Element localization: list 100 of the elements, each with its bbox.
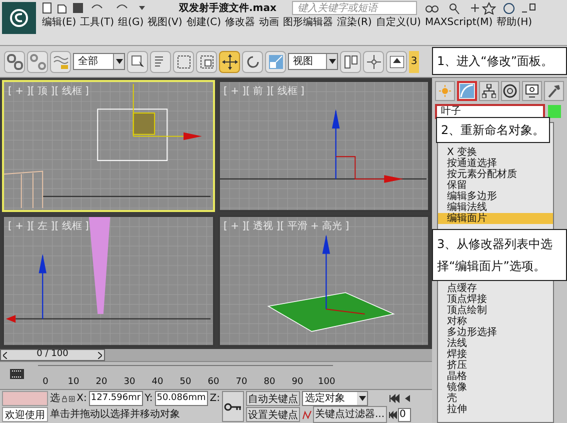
go-to-start-icon[interactable] [388, 410, 397, 420]
link-tool[interactable] [4, 50, 25, 72]
tick-label: 90 [290, 377, 304, 387]
window-title: 双发射手渡文件.max [179, 1, 276, 16]
key-button[interactable] [222, 391, 244, 422]
menu-item[interactable]: MAXScript(M) [424, 16, 493, 30]
y-coordinate-field[interactable]: 50.086mm [154, 390, 208, 406]
upload-tool[interactable] [386, 50, 407, 72]
object-wireframe [4, 170, 44, 209]
tick-label: 20 [94, 377, 108, 387]
modifier-item[interactable]: 顶点焊接 [438, 294, 553, 305]
modifier-item[interactable]: 拉伸 [438, 404, 553, 415]
z-label: Z: [210, 392, 220, 406]
modifier-item[interactable]: X 变换 [438, 147, 553, 158]
lock-icon[interactable] [62, 394, 68, 404]
menu-item[interactable]: 工具(T) [80, 16, 114, 30]
frame-indicator[interactable]: 0 / 100 [0, 349, 105, 361]
x-coordinate-field[interactable]: 127.596mr [88, 390, 143, 406]
modifier-item[interactable]: 按元素分配材质 [438, 169, 553, 180]
modifier-item[interactable]: 点缓存 [438, 283, 553, 294]
sun-icon [438, 85, 451, 97]
crosshair-icon[interactable] [69, 394, 75, 404]
current-frame-field[interactable]: 0 [398, 408, 411, 422]
menu-item[interactable]: 图形编辑器 [283, 16, 334, 30]
time-slider-track[interactable]: 0 / 100 [0, 349, 432, 362]
dropdown-arrow-icon [328, 59, 336, 64]
chain-icon [6, 54, 22, 70]
select-tool[interactable] [127, 50, 148, 72]
modifier-item[interactable]: 编辑法线 [438, 202, 553, 213]
app-logo[interactable] [2, 2, 36, 34]
modifier-item[interactable]: 多边形选择 [438, 327, 553, 338]
panel-tab[interactable] [544, 81, 564, 101]
menu-item[interactable]: 渲染(R) [337, 16, 372, 30]
modifier-item[interactable]: 编辑多边形 [438, 191, 553, 202]
selection-label: 选 [50, 392, 60, 406]
tick-label: 40 [150, 377, 164, 387]
crossing-tool[interactable] [196, 50, 217, 72]
curve-icon[interactable] [302, 408, 312, 420]
dropdown-arrow-icon [116, 59, 122, 64]
modifier-item[interactable]: 壳 [438, 393, 553, 404]
tick-label: 100 [318, 377, 333, 387]
quick-access-icons[interactable] [42, 2, 147, 14]
tick-label: 0 [42, 377, 50, 387]
snap-tool[interactable] [363, 50, 384, 72]
playback-icons[interactable] [388, 391, 411, 406]
scale-icon [268, 54, 284, 70]
scale-tool[interactable] [265, 50, 286, 72]
object-color-swatch[interactable] [548, 105, 561, 118]
tick-label: 50 [178, 377, 192, 387]
modifier-item[interactable]: 对称 [438, 316, 553, 327]
selection-filter[interactable]: 全部 [73, 53, 125, 70]
bind-tool[interactable] [50, 50, 71, 72]
region-select-tool[interactable] [173, 50, 194, 72]
key-icon [224, 402, 242, 410]
object-outline [97, 108, 168, 162]
tick-label: 70 [234, 377, 248, 387]
axis-gizmo [6, 254, 46, 323]
modifier-item[interactable]: 法线 [438, 338, 553, 349]
menu-item[interactable]: 创建(C) [186, 16, 222, 30]
modifier-item[interactable]: 按通道选择 [438, 158, 553, 169]
modifier-item[interactable]: 镜像 [438, 382, 553, 393]
menu-item[interactable]: 组(G) [118, 16, 144, 30]
menu-item[interactable]: 修改器 [225, 16, 256, 30]
menu-item[interactable]: 编辑(E) [42, 16, 76, 30]
hammer-icon [547, 84, 562, 98]
cursor-icon [130, 54, 144, 68]
menu-item[interactable]: 动画 [259, 16, 280, 30]
circle-icon [503, 84, 518, 98]
node-icon [366, 54, 382, 70]
modifier-item[interactable]: 晶格 [438, 371, 553, 382]
pivot-tool[interactable] [340, 50, 361, 72]
menu-item[interactable]: 帮助(H) [496, 16, 532, 30]
rotate-tool[interactable] [242, 50, 263, 72]
welcome-field[interactable]: 欢迎使用 [2, 407, 48, 422]
auto-key-button[interactable]: 自动关键点 [246, 391, 300, 406]
panel-tab[interactable] [522, 81, 542, 101]
search-field[interactable]: 键入关键字或短语 [292, 1, 418, 15]
unlink-tool[interactable] [27, 50, 48, 72]
select-by-name-tool[interactable] [150, 50, 171, 72]
move-tool[interactable] [219, 50, 240, 72]
filmstrip-icon[interactable] [10, 369, 24, 379]
rotate-icon [244, 54, 260, 70]
modifier-item[interactable]: 顶点绘制 [438, 305, 553, 316]
key-filters-button[interactable]: 关键点过滤器... [313, 406, 387, 423]
coordinate-dropdown[interactable]: 视图 [288, 53, 338, 70]
modifier-item[interactable]: 编辑面片 [438, 213, 553, 224]
timeline-ruler[interactable]: 0 10 20 30 40 50 60 70 80 90 100 [38, 365, 333, 387]
move-arrows-icon [222, 54, 238, 70]
menu-item[interactable]: 视图(V) [148, 16, 182, 30]
panel-tab[interactable] [500, 81, 520, 101]
menu-item[interactable]: 自定义(U) [376, 16, 421, 30]
panel-tab[interactable] [478, 81, 498, 101]
key-mode-dropdown[interactable]: 选定对象 [302, 391, 368, 406]
tick-label: 10 [66, 377, 80, 387]
modifier-item[interactable]: 焊接 [438, 349, 553, 360]
callout: 2、重新命名对象。 [436, 117, 550, 143]
modifier-item[interactable]: 挤压 [438, 360, 553, 371]
modifier-item[interactable]: 保留 [438, 180, 553, 191]
snap-toggle[interactable]: 3 [409, 50, 419, 72]
set-key-button[interactable]: 设置关键点 [246, 407, 300, 422]
